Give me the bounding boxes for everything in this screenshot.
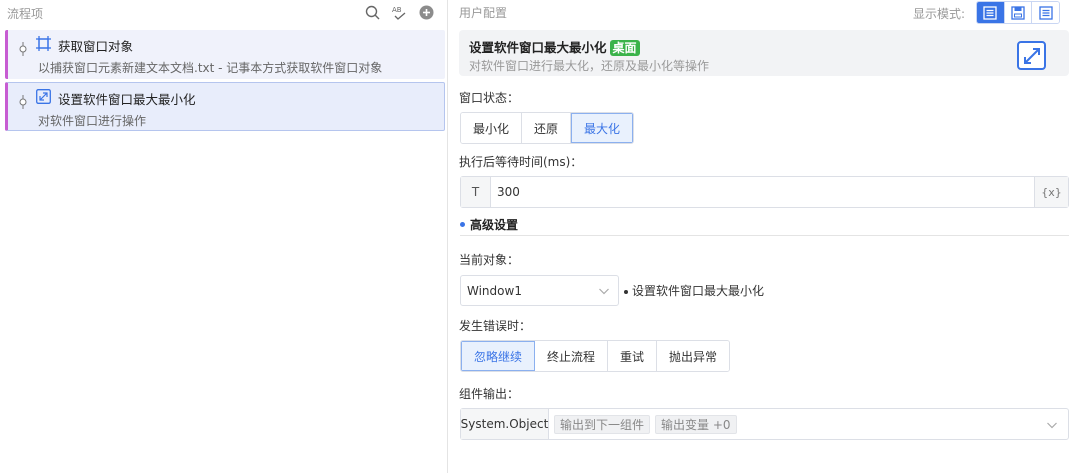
flow-panel-header: 流程项 AB (0, 0, 447, 26)
bullet-icon (624, 289, 628, 294)
output-select[interactable]: System.Object 输出到下一组件 输出变量 +0 (460, 408, 1069, 440)
wait-time-label: 执行后等待时间(ms)： (459, 155, 583, 169)
flow-node-icon (17, 42, 29, 56)
current-object-select[interactable]: Window1 (460, 275, 619, 306)
flow-item-subtitle: 对软件窗口进行操作 (38, 114, 147, 128)
component-description: 对软件窗口进行最大化，还原及最小化等操作 (469, 59, 710, 73)
flow-panel: 流程项 AB 获取窗口对象 以捕获窗口元素新建文本文档.txt - 记事本方式获… (0, 0, 447, 473)
window-capture-icon (36, 36, 51, 51)
flow-item-subtitle: 以捕获窗口元素新建文本文档.txt - 记事本方式获取软件窗口对象 (38, 61, 383, 75)
flow-panel-title: 流程项 (7, 7, 44, 21)
output-next-tag: 输出到下一组件 (554, 414, 651, 434)
spellcheck-icon[interactable]: AB (391, 4, 408, 21)
search-icon[interactable] (364, 4, 381, 21)
ignore-continue-option[interactable]: 忽略继续 (461, 341, 536, 371)
wait-time-field: T 300 {x} (460, 176, 1069, 208)
display-mode-label: 显示模式: (913, 7, 966, 21)
add-circle-icon[interactable] (418, 4, 435, 21)
output-label: 组件输出： (459, 387, 520, 401)
config-panel: 用户配置 显示模式: 设置软件窗口最大最小化 桌面 对软件窗口进行最大化，还原及最… (448, 0, 1076, 473)
section-bullet-icon (460, 222, 465, 227)
svg-text:AB: AB (392, 6, 402, 14)
maximize-option[interactable]: 最大化 (571, 113, 634, 143)
component-title: 设置软件窗口最大最小化 桌面 (469, 37, 640, 56)
window-state-group: 最小化 还原 最大化 (460, 112, 635, 144)
chevron-down-icon (598, 285, 610, 297)
window-state-label: 窗口状态： (459, 91, 520, 105)
retry-option[interactable]: 重试 (608, 341, 658, 371)
flow-panel-tools: AB (364, 4, 435, 21)
flow-node-icon (17, 95, 29, 109)
display-mode-switch (976, 1, 1060, 24)
terminate-flow-option[interactable]: 终止流程 (535, 341, 609, 371)
component-info-card: 设置软件窗口最大最小化 桌面 对软件窗口进行最大化，还原及最小化等操作 (459, 30, 1069, 76)
category-badge: 桌面 (609, 40, 640, 56)
mode-list-icon[interactable] (1032, 2, 1059, 23)
current-object-note-text: 设置软件窗口最大最小化 (632, 284, 765, 298)
config-panel-title: 用户配置 (459, 6, 508, 20)
window-resize-icon (36, 89, 51, 104)
throw-exception-option[interactable]: 抛出异常 (657, 341, 730, 371)
restore-option[interactable]: 还原 (522, 113, 572, 143)
on-error-label: 发生错误时： (459, 319, 532, 333)
output-variable-tag: 输出变量 +0 (655, 414, 737, 434)
advanced-section-title: 高级设置 (470, 218, 519, 232)
component-title-text: 设置软件窗口最大最小化 (469, 40, 607, 55)
flow-item-get-window[interactable]: 获取窗口对象 以捕获窗口元素新建文本文档.txt - 记事本方式获取软件窗口对象 (5, 30, 445, 79)
mode-save-icon[interactable] (1004, 2, 1033, 23)
wait-time-input[interactable]: 300 (491, 177, 1034, 207)
flow-item-title: 设置软件窗口最大最小化 (58, 92, 196, 107)
on-error-group: 忽略继续 终止流程 重试 抛出异常 (460, 340, 731, 372)
variable-button[interactable]: {x} (1034, 177, 1068, 207)
expand-arrows-icon (1017, 41, 1046, 70)
current-object-value: Window1 (467, 283, 522, 298)
chevron-down-icon (1046, 419, 1058, 431)
current-object-label: 当前对象： (459, 253, 520, 267)
advanced-section-header[interactable]: 高级设置 (460, 216, 1069, 236)
current-object-note: 设置软件窗口最大最小化 (624, 282, 764, 299)
flow-item-title: 获取窗口对象 (58, 39, 134, 54)
flow-item-set-window-size[interactable]: 设置软件窗口最大最小化 对软件窗口进行操作 (5, 82, 445, 131)
mode-full-icon[interactable] (977, 2, 1005, 23)
text-type-prefix: T (461, 177, 491, 207)
output-type: System.Object (461, 409, 549, 439)
minimize-option[interactable]: 最小化 (461, 113, 523, 143)
